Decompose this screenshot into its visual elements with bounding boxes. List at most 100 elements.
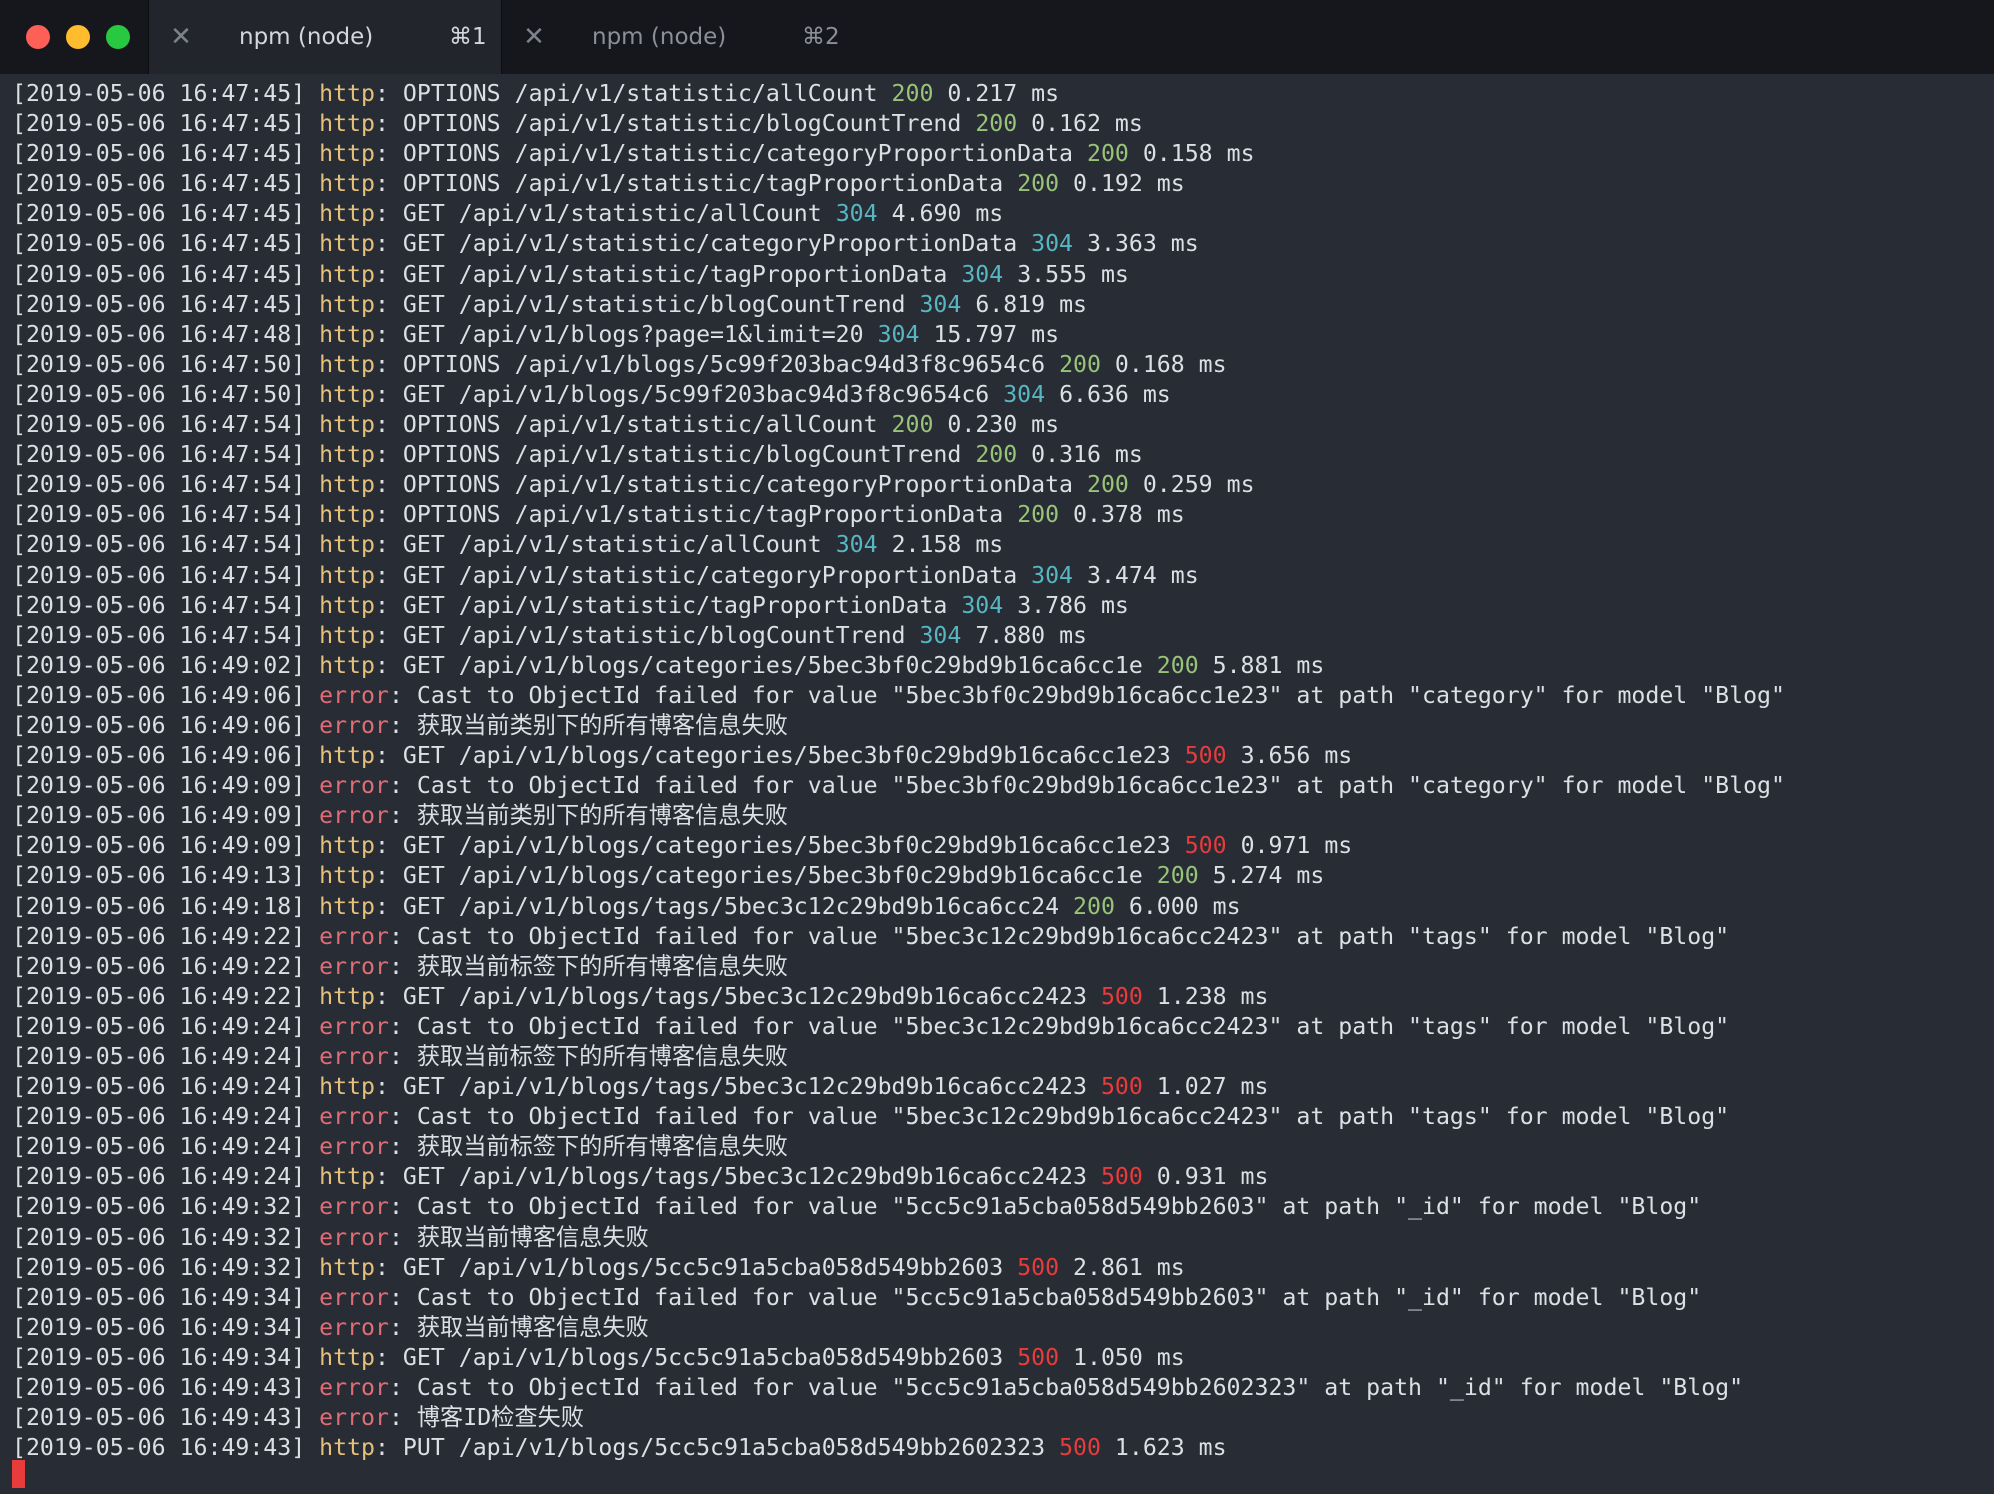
log-timestamp: [2019-05-06 16:49:18] bbox=[12, 892, 306, 920]
status-code: 304 bbox=[1031, 230, 1074, 258]
log-timestamp: [2019-05-06 16:47:50] bbox=[12, 350, 306, 378]
response-time: 3.363 ms bbox=[1087, 230, 1199, 258]
log-line: [2019-05-06 16:47:54] http: OPTIONS /api… bbox=[12, 441, 1143, 469]
log-line: [2019-05-06 16:47:54] http: OPTIONS /api… bbox=[12, 411, 1060, 439]
status-code: 200 bbox=[1086, 471, 1129, 499]
terminal-window: ✕ npm (node) ⌘1 ✕ npm (node) ⌘2 [2019-05… bbox=[0, 0, 1994, 1494]
status-code: 200 bbox=[975, 110, 1018, 138]
request-url: /api/v1/blogs/tags/5bec3c12c29bd9b16ca6c… bbox=[458, 1163, 1087, 1191]
log-level: http bbox=[319, 471, 375, 499]
log-line: [2019-05-06 16:49:06] http: GET /api/v1/… bbox=[12, 742, 1353, 770]
log-timestamp: [2019-05-06 16:49:32] bbox=[12, 1223, 306, 1251]
error-message: Cast to ObjectId failed for value "5bec3… bbox=[416, 1012, 1730, 1040]
response-time: 2.861 ms bbox=[1073, 1253, 1185, 1281]
zoom-window-button[interactable] bbox=[106, 25, 130, 49]
log-line: [2019-05-06 16:47:45] http: OPTIONS /api… bbox=[12, 80, 1060, 107]
request-url: /api/v1/statistic/tagProportionData bbox=[458, 260, 948, 288]
log-timestamp: [2019-05-06 16:47:45] bbox=[12, 110, 306, 138]
log-level: http bbox=[319, 411, 375, 439]
log-level: http bbox=[319, 350, 375, 378]
log-line: [2019-05-06 16:47:45] http: GET /api/v1/… bbox=[12, 230, 1199, 258]
log-timestamp: [2019-05-06 16:49:32] bbox=[12, 1193, 306, 1221]
response-time: 3.474 ms bbox=[1087, 561, 1199, 589]
log-level: error bbox=[319, 772, 389, 800]
log-level: error bbox=[319, 681, 389, 709]
request-url: /api/v1/statistic/allCount bbox=[458, 531, 822, 559]
log-level: http bbox=[319, 1073, 375, 1101]
http-method: GET bbox=[402, 621, 445, 649]
response-time: 3.656 ms bbox=[1240, 742, 1353, 770]
http-method: OPTIONS bbox=[402, 80, 501, 107]
log-line: [2019-05-06 16:47:54] http: GET /api/v1/… bbox=[12, 621, 1088, 649]
log-line: [2019-05-06 16:49:43] error: 博客ID检查失败 bbox=[12, 1404, 584, 1432]
response-time: 1.238 ms bbox=[1156, 982, 1269, 1010]
log-level: error bbox=[319, 711, 389, 739]
log-level: http bbox=[319, 982, 375, 1010]
status-code: 304 bbox=[835, 531, 878, 559]
response-time: 0.192 ms bbox=[1073, 170, 1185, 198]
http-method: OPTIONS bbox=[402, 350, 501, 378]
tab-1[interactable]: ✕ npm (node) ⌘1 bbox=[148, 0, 502, 74]
log-timestamp: [2019-05-06 16:49:24] bbox=[12, 1103, 306, 1131]
tab-2[interactable]: ✕ npm (node) ⌘2 bbox=[502, 0, 856, 74]
request-url: /api/v1/statistic/categoryProportionData bbox=[458, 230, 1018, 258]
response-time: 2.158 ms bbox=[891, 531, 1004, 559]
log-level: http bbox=[319, 621, 375, 649]
close-tab-icon[interactable]: ✕ bbox=[165, 21, 197, 53]
request-url: /api/v1/statistic/allCount bbox=[514, 411, 878, 439]
response-time: 4.690 ms bbox=[891, 200, 1004, 228]
tab-shortcut: ⌘2 bbox=[802, 24, 840, 50]
request-url: /api/v1/statistic/allCount bbox=[514, 80, 878, 107]
response-time: 0.931 ms bbox=[1156, 1163, 1269, 1191]
log-line: [2019-05-06 16:47:45] http: GET /api/v1/… bbox=[12, 260, 1129, 288]
request-url: /api/v1/blogs/categories/5bec3bf0c29bd9b… bbox=[458, 742, 1171, 770]
response-time: 15.797 ms bbox=[933, 320, 1060, 348]
http-method: GET bbox=[402, 230, 445, 258]
error-message: Cast to ObjectId failed for value "5bec3… bbox=[416, 1103, 1730, 1131]
http-method: GET bbox=[402, 260, 445, 288]
request-url: /api/v1/blogs/tags/5bec3c12c29bd9b16ca6c… bbox=[458, 982, 1087, 1010]
log-level: http bbox=[319, 441, 375, 469]
log-level: http bbox=[319, 260, 375, 288]
terminal-output[interactable]: [2019-05-06 16:47:45] http: OPTIONS /api… bbox=[0, 74, 1994, 1494]
status-code: 304 bbox=[835, 200, 878, 228]
log-line: [2019-05-06 16:47:45] http: OPTIONS /api… bbox=[12, 170, 1185, 198]
log-line: [2019-05-06 16:47:54] http: GET /api/v1/… bbox=[12, 591, 1129, 619]
http-method: GET bbox=[402, 320, 445, 348]
log-line: [2019-05-06 16:47:54] http: GET /api/v1/… bbox=[12, 531, 1004, 559]
status-code: 500 bbox=[1100, 982, 1143, 1010]
http-method: GET bbox=[402, 651, 445, 679]
tab-title: npm (node) bbox=[239, 24, 374, 50]
request-url: /api/v1/statistic/allCount bbox=[458, 200, 822, 228]
http-method: GET bbox=[402, 1343, 445, 1371]
http-method: GET bbox=[402, 1253, 445, 1281]
log-timestamp: [2019-05-06 16:47:45] bbox=[12, 230, 306, 258]
terminal-cursor bbox=[12, 1460, 25, 1488]
request-url: /api/v1/statistic/blogCountTrend bbox=[458, 290, 906, 318]
request-url: /api/v1/blogs?page=1&limit=20 bbox=[458, 320, 864, 348]
status-code: 200 bbox=[1017, 501, 1060, 529]
request-url: /api/v1/statistic/tagProportionData bbox=[458, 591, 948, 619]
log-level: http bbox=[319, 140, 375, 168]
status-code: 304 bbox=[1003, 380, 1046, 408]
log-level: error bbox=[319, 1223, 389, 1251]
request-url: /api/v1/statistic/blogCountTrend bbox=[514, 441, 962, 469]
log-line: [2019-05-06 16:49:24] error: 获取当前标签下的所有博… bbox=[12, 1043, 788, 1070]
log-level: error bbox=[319, 952, 389, 980]
status-code: 500 bbox=[1184, 742, 1227, 770]
status-code: 500 bbox=[1100, 1073, 1143, 1101]
minimize-window-button[interactable] bbox=[66, 25, 90, 49]
close-window-button[interactable] bbox=[26, 25, 50, 49]
log-line: [2019-05-06 16:49:13] http: GET /api/v1/… bbox=[12, 862, 1325, 890]
request-url: /api/v1/blogs/5cc5c91a5cba058d549bb2603 bbox=[458, 1253, 1004, 1281]
http-method: GET bbox=[402, 290, 445, 318]
log-line: [2019-05-06 16:49:24] http: GET /api/v1/… bbox=[12, 1073, 1269, 1101]
log-level: http bbox=[319, 862, 375, 890]
response-time: 1.623 ms bbox=[1114, 1434, 1227, 1462]
status-code: 304 bbox=[1031, 561, 1074, 589]
log-level: http bbox=[319, 832, 375, 860]
status-code: 304 bbox=[919, 290, 962, 318]
status-code: 500 bbox=[1017, 1343, 1060, 1371]
log-timestamp: [2019-05-06 16:47:54] bbox=[12, 591, 306, 619]
close-tab-icon[interactable]: ✕ bbox=[518, 21, 550, 53]
